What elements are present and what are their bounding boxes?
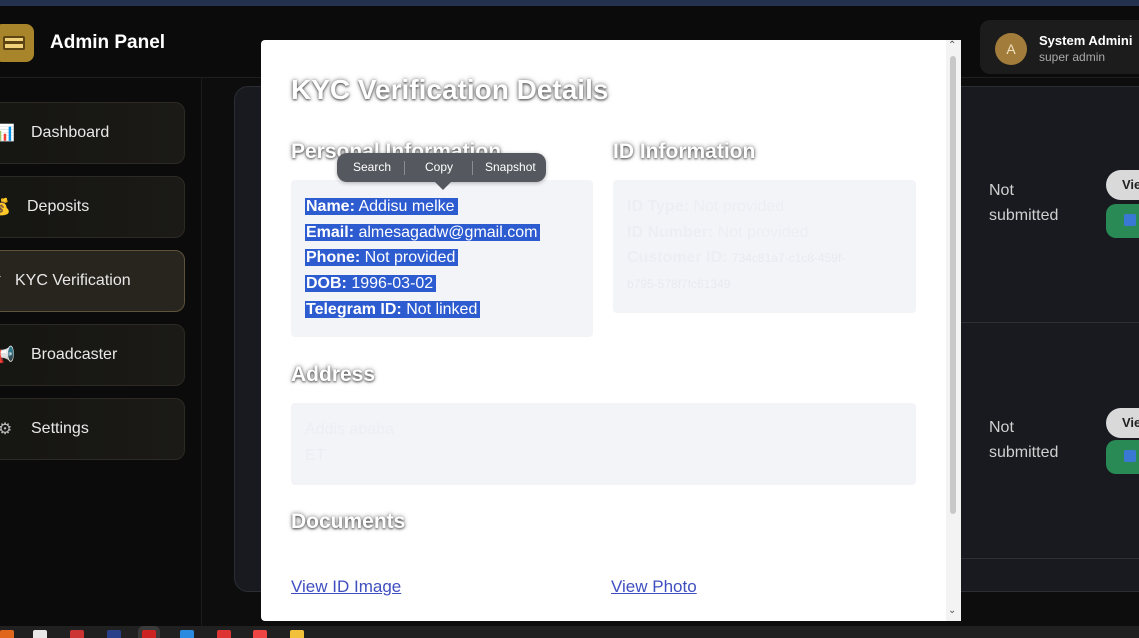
megaphone-icon: 📢 [0, 347, 15, 364]
taskbar-app-icon[interactable] [70, 630, 84, 638]
view-id-image-link[interactable]: View ID Image [291, 577, 401, 597]
sidebar-item-settings[interactable]: ⚙ Settings [0, 398, 185, 460]
sidebar: 📊 Dashboard 💰 Deposits ✓ KYC Verificatio… [0, 78, 202, 626]
sidebar-item-label: KYC Verification [15, 272, 131, 289]
sidebar-item-dashboard[interactable]: 📊 Dashboard [0, 102, 185, 164]
taskbar-app-icon[interactable] [33, 630, 47, 638]
avatar: A [995, 33, 1027, 65]
money-bag-icon: 💰 [0, 199, 11, 216]
modal-title: KYC Verification Details [291, 74, 609, 105]
kyc-status: Not submitted [989, 419, 1059, 461]
user-role: super admin [1039, 50, 1106, 64]
view-button[interactable]: Vie [1106, 170, 1139, 200]
sidebar-item-deposits[interactable]: 💰 Deposits [0, 176, 185, 238]
taskbar-app-icon[interactable] [107, 630, 121, 638]
user-name: System Admini [1039, 33, 1133, 48]
context-search-option[interactable]: Search [353, 160, 391, 174]
email-field: Email: almesagadw@gmail.com [305, 220, 541, 245]
address-heading: Address [291, 363, 376, 386]
sidebar-item-label: Deposits [27, 198, 90, 215]
id-info-heading: ID Information [613, 140, 756, 163]
wallet-logo-icon [0, 24, 34, 62]
selection-context-menu: Search Copy Snapshot [337, 153, 546, 190]
check-box-icon [1124, 450, 1136, 462]
phone-field: Phone: Not provided [305, 245, 459, 270]
address-line-1: Addis ababa [305, 421, 394, 438]
sidebar-item-kyc-verification[interactable]: ✓ KYC Verification [0, 250, 185, 312]
sidebar-item-broadcaster[interactable]: 📢 Broadcaster [0, 324, 185, 386]
approve-button[interactable] [1106, 440, 1139, 474]
scrollbar-thumb[interactable] [950, 56, 956, 514]
address-box: Addis ababa ET [291, 403, 916, 485]
id-type-field: ID Type: Not provided [627, 198, 785, 215]
check-icon: ✓ [0, 271, 7, 291]
modal-scrollbar[interactable]: ⌃ ⌄ [946, 40, 961, 621]
dob-field: DOB: 1996-03-02 [305, 271, 437, 296]
telegram-field: Telegram ID: Not linked [305, 297, 481, 322]
taskbar-app-icon[interactable] [253, 630, 267, 638]
scroll-down-icon[interactable]: ⌄ [948, 605, 956, 616]
check-box-icon [1124, 214, 1136, 226]
view-button[interactable]: Vie [1106, 408, 1139, 438]
customer-id-continued: b795-578f7fc61349 [627, 277, 731, 291]
address-line-2: ET [305, 447, 326, 464]
gear-icon: ⚙ [0, 421, 13, 438]
menu-separator [472, 161, 473, 175]
documents-heading: Documents [291, 510, 406, 533]
sidebar-item-label: Dashboard [31, 124, 110, 141]
scroll-up-icon[interactable]: ⌃ [948, 40, 956, 51]
id-info-box: ID Type: Not provided ID Number: Not pro… [613, 180, 916, 313]
context-copy-option[interactable]: Copy [425, 160, 453, 174]
bar-chart-icon: 📊 [0, 125, 15, 142]
taskbar-app-icon[interactable] [217, 630, 231, 638]
kyc-details-modal: KYC Verification Details Personal Inform… [261, 40, 961, 621]
id-number-field: ID Number: Not provided [627, 224, 809, 241]
personal-info-box: Name: Addisu melke Email: almesagadw@gma… [291, 180, 593, 337]
taskbar-app-icon[interactable] [0, 630, 14, 638]
approve-button[interactable] [1106, 204, 1139, 238]
taskbar [0, 626, 1139, 638]
user-menu[interactable]: A System Admini super admin [980, 20, 1139, 74]
taskbar-app-icon[interactable] [180, 630, 194, 638]
kyc-status: Not submitted [989, 182, 1059, 224]
view-photo-link[interactable]: View Photo [611, 577, 697, 597]
menu-separator [404, 161, 405, 175]
context-snapshot-option[interactable]: Snapshot [485, 160, 536, 174]
sidebar-item-label: Settings [31, 420, 89, 437]
row-divider [960, 322, 1139, 323]
customer-id-field: Customer ID: 734c81a7-c1c8-459f- [627, 249, 846, 266]
brand-title: Admin Panel [50, 32, 166, 53]
taskbar-folder-icon[interactable] [290, 630, 304, 638]
sidebar-item-label: Broadcaster [31, 346, 118, 363]
name-field: Name: Addisu melke [305, 194, 458, 219]
row-divider [960, 558, 1139, 559]
taskbar-app-icon[interactable] [142, 630, 156, 638]
